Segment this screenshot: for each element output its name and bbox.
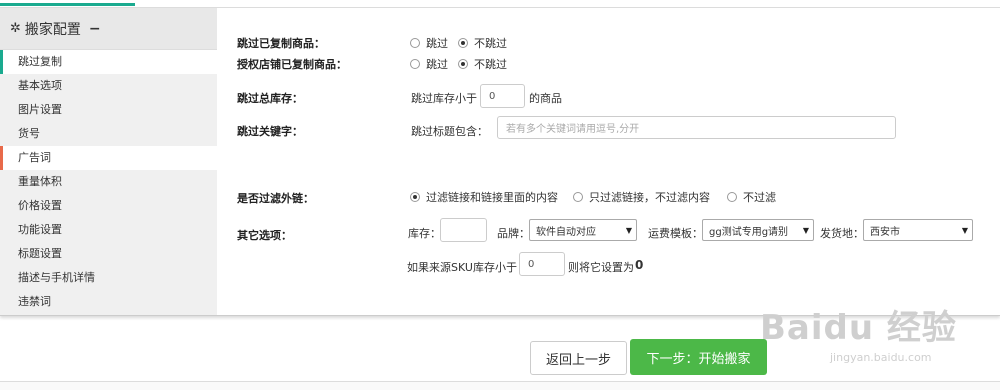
sidebar: ✲ 搬家配置 − 跳过复制 基本选项 图片设置 货号 广告词 重量体积 价格设置… xyxy=(0,8,217,315)
radio-icon xyxy=(410,59,420,69)
skip-stock-suffix: 的商品 xyxy=(529,92,562,105)
skip-auth-copied-label: 授权店铺已复制商品： xyxy=(237,58,347,71)
gear-icon: ✲ xyxy=(10,21,21,36)
filter-links-only-radio[interactable]: 只过滤链接，不过滤内容 xyxy=(573,189,710,205)
skip-stock-input[interactable]: 0 xyxy=(480,84,525,108)
sidebar-item-description[interactable]: 描述与手机详情 xyxy=(0,266,217,290)
brand-select[interactable]: 软件自动对应 ▼ xyxy=(529,219,637,241)
sidebar-item-title[interactable]: 标题设置 xyxy=(0,242,217,266)
sku-rule-suffix: 则将它设置为 xyxy=(568,261,634,274)
radio-checked-icon xyxy=(410,192,420,202)
stock-input[interactable] xyxy=(440,218,487,242)
back-button[interactable]: 返回上一步 xyxy=(530,341,627,375)
sidebar-item-basic[interactable]: 基本选项 xyxy=(0,74,217,98)
next-start-button[interactable]: 下一步：开始搬家 xyxy=(630,339,767,375)
baidu-watermark: Baidu 经验 jingyan.baidu.com xyxy=(760,300,990,370)
shipping-template-label: 运费模板： xyxy=(648,227,703,240)
skip-keyword-prefix: 跳过标题包含： xyxy=(411,125,488,138)
skip-keyword-input[interactable]: 若有多个关键词请用逗号,分开 xyxy=(497,116,896,139)
sidebar-item-images[interactable]: 图片设置 xyxy=(0,98,217,122)
sidebar-item-price[interactable]: 价格设置 xyxy=(0,194,217,218)
radio-icon xyxy=(573,192,583,202)
stock-label: 库存： xyxy=(408,227,441,240)
skip-copied-label: 跳过已复制商品： xyxy=(237,37,325,50)
main-form: 跳过已复制商品： 跳过 不跳过 授权店铺已复制商品： 跳过 不跳过 跳过总库存：… xyxy=(217,8,1000,315)
skip-auth-noskip-radio[interactable]: 不跳过 xyxy=(458,56,507,72)
dropdown-caret-icon: ▼ xyxy=(625,225,632,235)
radio-icon xyxy=(410,38,420,48)
sku-threshold-input[interactable]: 0 xyxy=(519,252,565,276)
top-tab-bar xyxy=(0,0,1000,8)
filter-all-radio[interactable]: 过滤链接和链接里面的内容 xyxy=(410,189,558,205)
bottom-bar xyxy=(0,381,1000,390)
radio-checked-icon xyxy=(458,38,468,48)
skip-stock-prefix: 跳过库存小于 xyxy=(411,92,477,105)
skip-copied-noskip-radio[interactable]: 不跳过 xyxy=(458,35,507,51)
ship-from-label: 发货地： xyxy=(820,227,864,240)
skip-stock-label: 跳过总库存： xyxy=(237,92,303,105)
brand-label: 品牌： xyxy=(497,227,530,240)
sidebar-item-banned-words[interactable]: 违禁词 xyxy=(0,290,217,314)
other-options-label: 其它选项： xyxy=(237,229,292,242)
sidebar-item-function[interactable]: 功能设置 xyxy=(0,218,217,242)
sidebar-item-skip-copy[interactable]: 跳过复制 xyxy=(0,50,217,74)
collapse-icon[interactable]: − xyxy=(89,21,101,37)
settings-panel: ✲ 搬家配置 − 跳过复制 基本选项 图片设置 货号 广告词 重量体积 价格设置… xyxy=(0,8,1000,316)
sidebar-item-weight[interactable]: 重量体积 xyxy=(0,170,217,194)
sidebar-item-sku-code[interactable]: 货号 xyxy=(0,122,217,146)
dropdown-caret-icon: ▼ xyxy=(961,225,968,235)
ship-from-select[interactable]: 西安市 ▼ xyxy=(863,219,973,241)
skip-auth-skip-radio[interactable]: 跳过 xyxy=(410,56,448,72)
skip-copied-skip-radio[interactable]: 跳过 xyxy=(410,35,448,51)
radio-icon xyxy=(727,192,737,202)
sidebar-item-ad-words[interactable]: 广告词 xyxy=(0,146,217,170)
dropdown-caret-icon: ▼ xyxy=(802,225,809,235)
watermark-brand: Baidu 经验 xyxy=(760,308,957,348)
sku-rule-prefix: 如果来源SKU库存小于 xyxy=(407,261,517,274)
skip-keyword-label: 跳过关键字： xyxy=(237,125,303,138)
shipping-template-select[interactable]: gg测试专用g请别 ▼ xyxy=(702,219,814,241)
no-filter-radio[interactable]: 不过滤 xyxy=(727,189,776,205)
filter-links-label: 是否过滤外链： xyxy=(237,192,314,205)
sku-set-to-value: 0 xyxy=(635,258,644,272)
radio-checked-icon xyxy=(458,59,468,69)
watermark-url: jingyan.baidu.com xyxy=(830,351,932,364)
active-tab-indicator xyxy=(0,0,135,6)
sidebar-header[interactable]: ✲ 搬家配置 − xyxy=(0,8,217,50)
sidebar-title: 搬家配置 xyxy=(24,21,81,38)
